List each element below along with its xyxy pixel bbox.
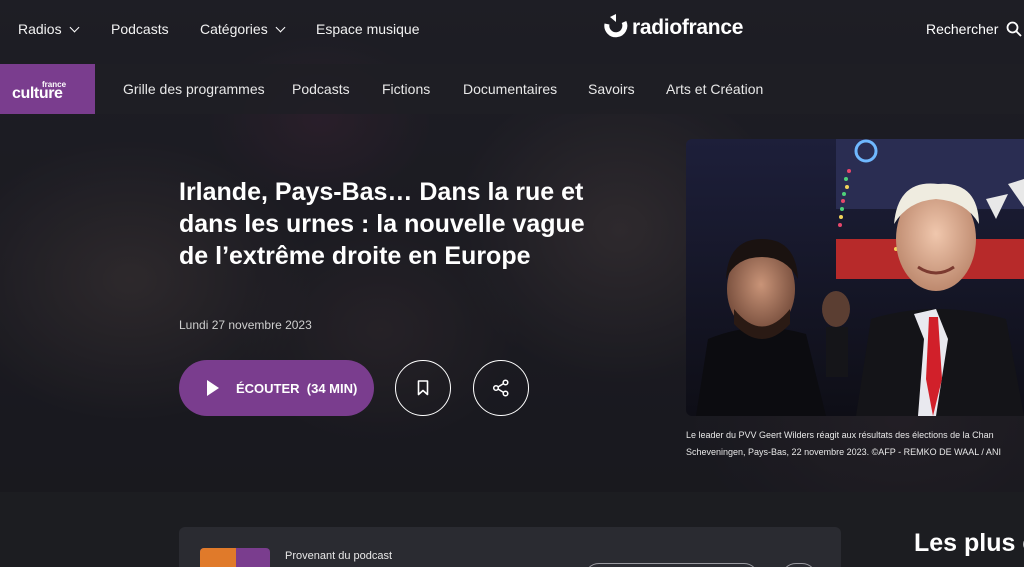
nav-categories-label: Catégories [200, 21, 268, 37]
podcast-source-label: Provenant du podcast [285, 550, 393, 562]
nav-espace-musique-label: Espace musique [316, 21, 420, 37]
listen-label: ÉCOUTER (34 MIN) [236, 380, 358, 396]
subnav-savoirs[interactable]: Savoirs [588, 81, 635, 97]
nav-podcasts[interactable]: Podcasts [111, 21, 169, 37]
subnav-podcasts[interactable]: Podcasts [292, 81, 350, 97]
subnav-grille[interactable]: Grille des programmes [123, 81, 265, 97]
logo-text: radiofrance [632, 16, 744, 39]
subscribe-button[interactable] [584, 563, 759, 567]
bookmark-button[interactable] [395, 360, 451, 416]
episode-title: Irlande, Pays-Bas… Dans la rue et dans l… [179, 178, 585, 270]
play-icon [207, 380, 219, 396]
radiofrance-logo[interactable]: radiofrance [604, 14, 743, 42]
station-navigation: france culture Grille des programmes Pod… [0, 64, 1024, 114]
bookmark-icon [417, 380, 429, 396]
search-label: Rechercher [926, 21, 999, 37]
episode-date: Lundi 27 novembre 2023 [179, 318, 312, 332]
subnav-arts-creation[interactable]: Arts et Création [666, 81, 763, 97]
top-navigation: Radios Podcasts Catégories Espace musiqu… [0, 0, 1024, 62]
episode-photo [686, 139, 1024, 416]
nav-radios[interactable]: Radios [18, 21, 80, 37]
more-button[interactable] [781, 563, 817, 567]
podcast-source-card[interactable]: Provenant du podcast [179, 527, 841, 567]
caption-line-2: Scheveningen, Pays-Bas, 22 novembre 2023… [686, 447, 1001, 457]
most-popular-heading: Les plus é [914, 529, 1024, 557]
podcast-thumbnail [200, 548, 270, 567]
radiofrance-logo-icon [604, 14, 628, 42]
chevron-down-icon [275, 22, 286, 32]
share-icon [492, 379, 509, 397]
caption-line-1: Le leader du PVV Geert Wilders réagit au… [686, 430, 994, 440]
search-button[interactable]: Rechercher [926, 21, 1023, 37]
france-culture-logo[interactable]: france culture [0, 64, 95, 114]
nav-categories[interactable]: Catégories [200, 21, 286, 37]
listen-button[interactable]: ÉCOUTER (34 MIN) [179, 360, 374, 416]
brand-large: culture [12, 85, 63, 102]
chevron-down-icon [69, 22, 80, 32]
nav-podcasts-label: Podcasts [111, 21, 169, 37]
share-button[interactable] [473, 360, 529, 416]
search-icon [1006, 21, 1023, 37]
subnav-fictions[interactable]: Fictions [382, 81, 430, 97]
nav-radios-label: Radios [18, 21, 62, 37]
photo-caption: Le leader du PVV Geert Wilders réagit au… [686, 427, 1024, 461]
nav-espace-musique[interactable]: Espace musique [316, 21, 420, 37]
subnav-documentaires[interactable]: Documentaires [463, 81, 557, 97]
